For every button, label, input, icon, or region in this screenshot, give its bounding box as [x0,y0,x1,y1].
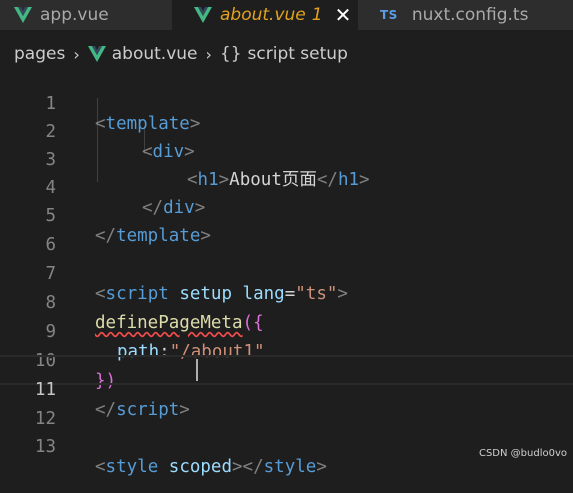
tab-label: app.vue [40,5,109,25]
code-line: 3 <h1>About页面</h1> [0,126,573,190]
code-line-current: 11 </script> [0,355,573,420]
watermark: CSDN @budlo0vo [478,448,567,459]
breadcrumb: pages › about.vue › {} script setup [0,39,573,69]
vue-icon [14,7,32,23]
tab-about-vue[interactable]: about.vue 1 ✕ [172,0,358,30]
line-number: 13 [34,437,56,457]
code-line: 8 definePageMeta({ [0,269,573,333]
chevron-right-icon: › [205,44,212,64]
code-line: 10 }) [0,327,573,391]
tab-nuxt-config[interactable]: TS nuxt.config.ts [358,0,573,30]
chevron-right-icon: › [73,44,80,64]
text-cursor [196,359,198,381]
editor-tab-bar: app.vue about.vue 1 ✕ TS nuxt.config.ts [0,0,573,30]
breadcrumb-symbol[interactable]: script setup [248,44,348,64]
braces-icon: {} [219,44,242,64]
code-line: 2 <div> [0,98,573,162]
code-line: 7 <script setup lang="ts"> [0,240,573,304]
code-line: 1 <template> [0,70,573,134]
close-icon[interactable]: ✕ [335,3,352,27]
tab-app-vue[interactable]: app.vue [0,0,172,30]
code-text: <style scoped></style> [95,457,327,477]
code-line: 4 </div> [0,154,573,218]
vue-icon [87,46,106,62]
breadcrumb-folder[interactable]: pages [14,44,65,64]
code-line: 9 path:"/about1" [0,298,573,362]
tab-label: about.vue [220,5,306,25]
vue-icon [194,7,212,23]
code-line: 6 [0,211,573,255]
ts-icon: TS [380,8,398,22]
tab-label: nuxt.config.ts [411,5,529,25]
problem-count-badge: 1 [311,5,323,25]
code-line: 12 [0,385,573,429]
code-editor[interactable]: 1 <template> 2 <div> 3 <h1>About页面</h1> … [0,70,573,477]
breadcrumb-file[interactable]: about.vue [112,44,198,64]
code-line: 5 </template> [0,182,573,246]
code-line: 13 <style scoped></style> [0,413,573,477]
